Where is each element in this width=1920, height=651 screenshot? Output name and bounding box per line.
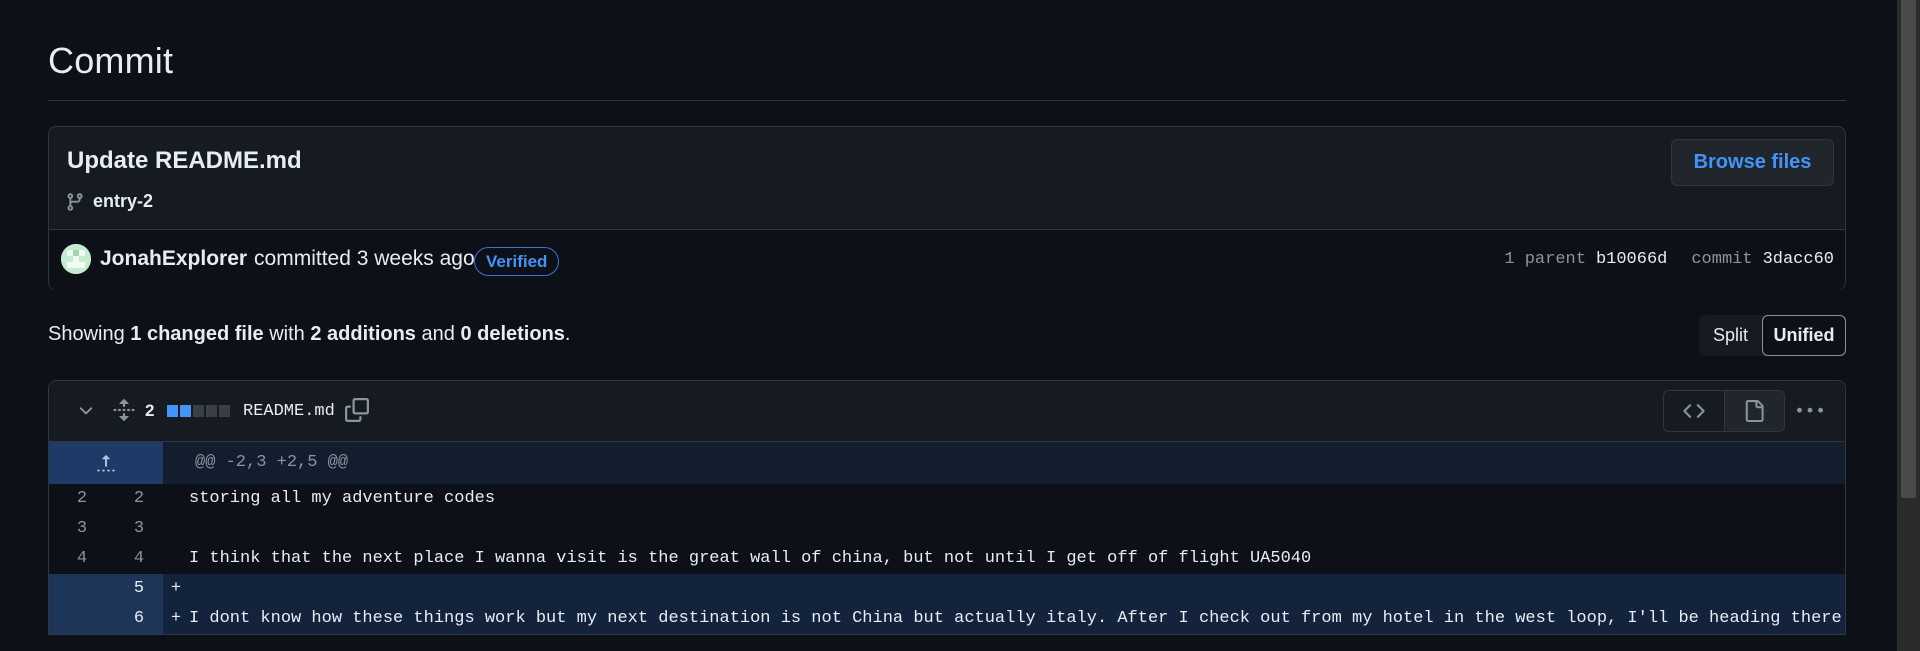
old-line-number[interactable]: 2 — [49, 484, 115, 514]
author-link[interactable]: JonahExplorer — [100, 247, 247, 271]
identicon-image — [61, 244, 91, 274]
commit-box: Update README.md entry-2 Browse files Jo… — [48, 126, 1846, 290]
new-line-number[interactable]: 5 — [115, 574, 163, 604]
summary-deletions: 0 deletions — [460, 323, 565, 345]
parent-sha-link[interactable]: b10066d — [1596, 250, 1667, 269]
diffstat-block — [167, 405, 178, 417]
diff-sign: + — [170, 579, 182, 598]
new-line-number[interactable]: 4 — [115, 544, 163, 574]
diff-code: I dont know how these things work but my… — [189, 609, 1846, 628]
chevron-down-icon[interactable] — [76, 401, 96, 421]
file-view-group — [1663, 390, 1785, 432]
new-line-number[interactable]: 6 — [115, 604, 163, 634]
diffstat-block — [193, 405, 204, 417]
avatar[interactable] — [61, 244, 91, 274]
old-line-number[interactable]: 3 — [49, 514, 115, 544]
author-line: JonahExplorer committed 3 weeks ago — [100, 247, 475, 271]
summary-showing: Showing — [48, 323, 125, 345]
parent-label: 1 parent — [1504, 250, 1586, 269]
new-line-number[interactable]: 3 — [115, 514, 163, 544]
old-line-number[interactable]: 4 — [49, 544, 115, 574]
kebab-horizontal-icon[interactable] — [1795, 399, 1825, 423]
page-title: Commit — [48, 40, 174, 81]
file-change-count: 2 — [145, 401, 155, 420]
view-code-button[interactable] — [1664, 391, 1724, 431]
kebab-glyph — [1797, 407, 1823, 413]
diff-sign: + — [170, 609, 182, 628]
file-icon — [1746, 400, 1765, 422]
split-view-button[interactable]: Split — [1699, 315, 1762, 356]
unfold-icon[interactable] — [112, 397, 136, 423]
old-line-number[interactable] — [49, 604, 115, 634]
diff-line: 3 3 — [49, 514, 1845, 544]
diff-line-addition: 6 + I dont know how these things work bu… — [49, 604, 1845, 634]
diff-line: 4 4 I think that the next place I wanna … — [49, 544, 1845, 574]
diff-line: 2 2 storing all my adventure codes — [49, 484, 1845, 514]
hunk-header-text: @@ -2,3 +2,5 @@ — [195, 453, 349, 472]
new-line-number[interactable]: 2 — [115, 484, 163, 514]
verified-badge[interactable]: Verified — [474, 247, 560, 276]
commit-meta: 1 parent b10066d commit 3dacc60 — [1504, 250, 1834, 269]
commit-box-header: Update README.md entry-2 Browse files — [49, 127, 1845, 229]
committed-time: committed 3 weeks ago — [254, 247, 475, 270]
git-branch-icon — [67, 192, 83, 211]
diff-summary: Showing 1 changed file with 2 additions … — [48, 323, 570, 346]
summary-changed-files: 1 changed file — [130, 323, 264, 345]
page-scrollbar[interactable] — [1897, 0, 1920, 651]
expand-up-button[interactable] — [49, 442, 163, 484]
commit-message: Update README.md — [67, 147, 302, 174]
branch-name[interactable]: entry-2 — [93, 191, 153, 212]
summary-period: . — [564, 323, 571, 345]
view-file-button[interactable] — [1723, 391, 1784, 431]
diff-sign — [163, 484, 189, 514]
file-diff: 2 README.md @@ -2,3 +2,5 @@ 2 2 storing … — [48, 380, 1846, 635]
diff-sign — [163, 544, 189, 574]
expand-up-icon — [97, 455, 115, 472]
diffstat-block — [180, 405, 191, 417]
diff-code: storing all my adventure codes — [189, 489, 496, 508]
old-line-number[interactable] — [49, 574, 115, 604]
hunk-header-row: @@ -2,3 +2,5 @@ — [49, 442, 1845, 484]
file-name-link[interactable]: README.md — [243, 402, 335, 421]
diff-code: I think that the next place I wanna visi… — [189, 549, 1312, 568]
commit-label: commit — [1691, 250, 1753, 269]
title-divider — [48, 100, 1846, 101]
branch-ref[interactable]: entry-2 — [65, 191, 153, 212]
diff-line-addition: 5 + — [49, 574, 1845, 604]
code-icon — [1683, 404, 1705, 418]
diffstat-blocks — [167, 405, 230, 417]
summary-and: and — [421, 323, 455, 345]
unified-view-button[interactable]: Unified — [1762, 315, 1846, 356]
diff-view-toggle: Split Unified — [1699, 315, 1846, 356]
browse-files-button[interactable]: Browse files — [1671, 139, 1834, 186]
file-header: 2 README.md — [49, 381, 1845, 442]
copy-icon[interactable] — [345, 398, 369, 422]
commit-author-bar: JonahExplorer committed 3 weeks ago Veri… — [49, 229, 1845, 290]
summary-additions: 2 additions — [310, 323, 416, 345]
diff-table: @@ -2,3 +2,5 @@ 2 2 storing all my adven… — [49, 442, 1845, 634]
scrollbar-thumb[interactable] — [1901, 0, 1916, 498]
commit-sha: 3dacc60 — [1762, 250, 1834, 269]
diffstat-block — [219, 405, 230, 417]
diffstat-block — [206, 405, 217, 417]
summary-with: with — [269, 323, 305, 345]
diff-sign — [163, 514, 189, 544]
